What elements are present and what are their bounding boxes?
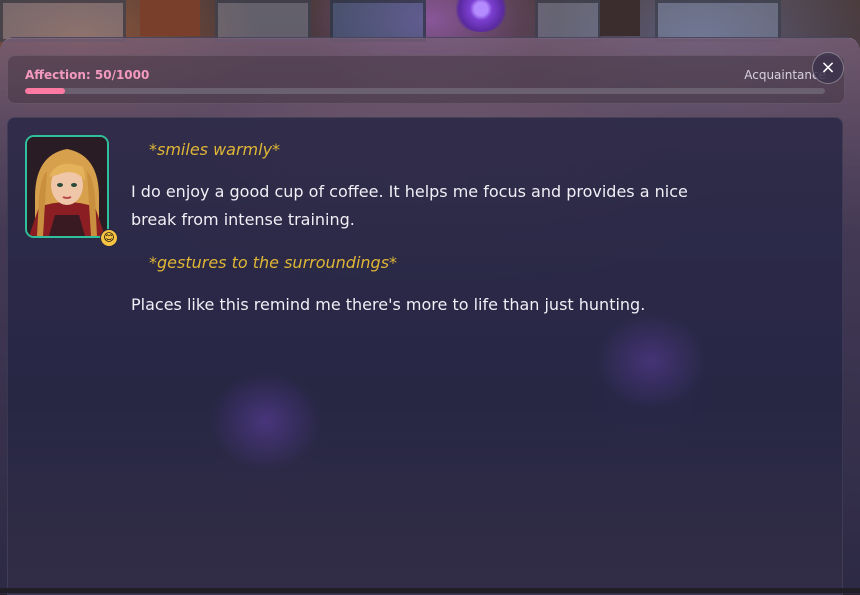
- close-button[interactable]: ×: [812, 52, 844, 84]
- close-icon: ×: [820, 57, 836, 78]
- character-avatar[interactable]: [25, 135, 109, 238]
- affection-fill: [25, 88, 65, 94]
- background-bricks: [140, 0, 200, 36]
- affection-track: [25, 88, 825, 94]
- background-window: [330, 0, 426, 42]
- background-window: [535, 0, 601, 42]
- bottom-divider: [0, 588, 860, 593]
- background-window: [0, 0, 126, 42]
- affection-label: Affection: 50/1000: [25, 68, 150, 82]
- mood-emoji-icon: 😊: [100, 229, 118, 247]
- speech-text: I do enjoy a good cup of coffee. It help…: [131, 182, 688, 229]
- background-window: [215, 0, 311, 42]
- neon-sign: [452, 0, 510, 32]
- background-shelf: [600, 0, 640, 36]
- speech-text: Places like this remind me there's more …: [131, 295, 646, 314]
- portrait-icon: [27, 137, 107, 236]
- action-text: *smiles warmly*: [149, 140, 281, 159]
- action-text: *gestures to the surroundings*: [149, 253, 398, 272]
- affection-bar: Affection: 50/1000 Acquaintance: [7, 55, 845, 104]
- background-window: [655, 0, 781, 42]
